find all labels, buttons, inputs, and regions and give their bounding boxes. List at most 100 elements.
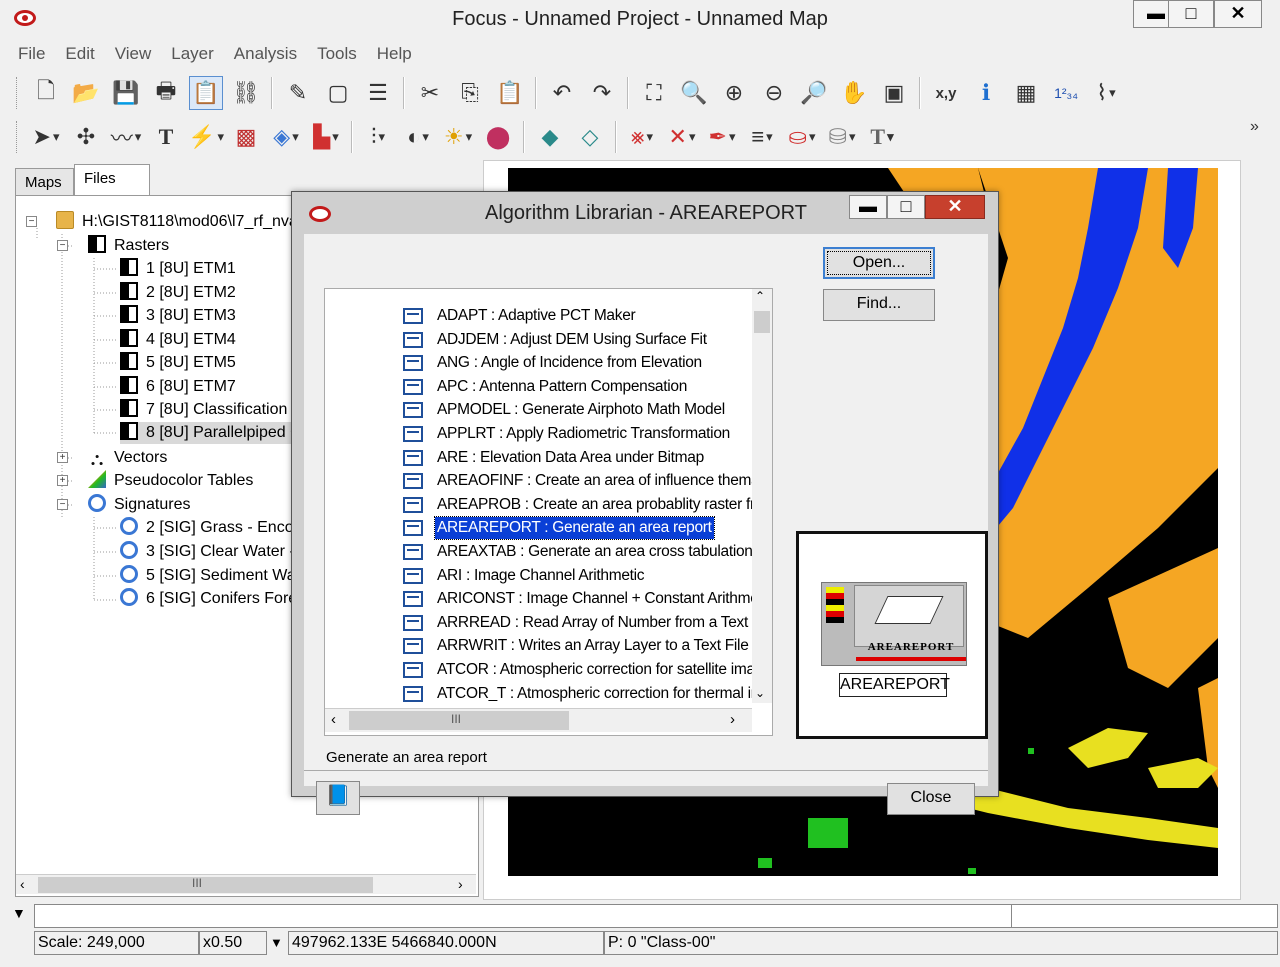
menu-help[interactable]: Help bbox=[367, 42, 422, 66]
edit-node-icon[interactable]: ✣ bbox=[69, 120, 103, 154]
menu-tools[interactable]: Tools bbox=[307, 42, 367, 66]
pan-hand-icon[interactable]: ✋ bbox=[837, 76, 871, 110]
zoom-in-icon[interactable]: ⊕ bbox=[717, 76, 751, 110]
graph-icon[interactable]: ⌇ bbox=[1089, 76, 1123, 110]
dialog-close-x-button[interactable]: ✕ bbox=[925, 195, 985, 219]
zoom-extent-icon[interactable]: ⛶ bbox=[637, 76, 671, 110]
link-icon[interactable]: ⛓ bbox=[229, 76, 263, 110]
scroll-right-arrow-icon[interactable]: › bbox=[730, 711, 735, 728]
scroll-right-arrow-icon[interactable]: › bbox=[458, 876, 463, 892]
maximize-button[interactable]: □ bbox=[1168, 0, 1214, 28]
classify-icon[interactable]: ▙ bbox=[309, 120, 343, 154]
paint-bucket-icon[interactable]: ⛀ bbox=[785, 120, 819, 154]
print-icon[interactable]: 🖶 bbox=[149, 76, 183, 110]
fill-icon[interactable]: ◈ bbox=[269, 120, 303, 154]
menu-analysis[interactable]: Analysis bbox=[224, 42, 307, 66]
scale-field[interactable]: Scale: 249,000 bbox=[34, 931, 199, 955]
tree-horizontal-scrollbar[interactable]: ‹ III › bbox=[16, 874, 476, 894]
contrast-icon[interactable]: ◐ bbox=[401, 120, 435, 154]
list-vertical-scrollbar[interactable]: ⌃ ⌄ bbox=[752, 289, 772, 703]
select-arrow-icon[interactable]: ➤ bbox=[29, 120, 63, 154]
menu-file[interactable]: File bbox=[0, 42, 55, 66]
tree-signature-item[interactable]: 2 [SIG] Grass - Encod bbox=[120, 517, 303, 539]
layer-blend-icon[interactable]: ◇ bbox=[573, 120, 607, 154]
zoom-out-icon[interactable]: ⊖ bbox=[757, 76, 791, 110]
tree-rasters[interactable]: Rasters bbox=[88, 235, 169, 257]
histogram-icon[interactable]: ⫶ bbox=[361, 120, 395, 154]
tree-signature-item[interactable]: 6 [SIG] Conifers Fores bbox=[120, 588, 305, 610]
tree-raster-item[interactable]: 2 [8U] ETM2 bbox=[120, 282, 236, 304]
zoom-field[interactable]: x0.50 bbox=[199, 931, 267, 955]
tree-raster-item[interactable]: 3 [8U] ETM3 bbox=[120, 305, 236, 327]
layers-icon[interactable]: ☰ bbox=[361, 76, 395, 110]
collapse-rasters-toggle[interactable]: − bbox=[57, 240, 68, 251]
numbers-icon[interactable]: 1²₃₄ bbox=[1049, 76, 1083, 110]
dialog-minimize-button[interactable]: ▬ bbox=[849, 195, 887, 219]
coordinates-icon[interactable]: x,y bbox=[929, 76, 963, 110]
tree-raster-item[interactable]: 1 [8U] ETM1 bbox=[120, 258, 236, 280]
dialog-maximize-button[interactable]: □ bbox=[887, 195, 925, 219]
vector-cut-icon[interactable]: ✕ bbox=[665, 120, 699, 154]
collapse-signatures-toggle[interactable]: − bbox=[57, 499, 68, 510]
tree-signatures[interactable]: Signatures bbox=[88, 494, 191, 516]
tree-root-folder[interactable]: H:\GIST8118\mod06\l7_rf_nva bbox=[56, 211, 298, 233]
scroll-left-arrow-icon[interactable]: ‹ bbox=[331, 711, 336, 728]
vector-edit-icon[interactable]: ⨳ bbox=[625, 120, 659, 154]
algorithm-list[interactable]: ADAPT : Adaptive PCT Maker ADJDEM : Adjus… bbox=[324, 288, 773, 736]
cut-icon[interactable]: ✂ bbox=[413, 76, 447, 110]
tree-pseudocolor-tables[interactable]: Pseudocolor Tables bbox=[88, 470, 253, 492]
rgb-icon[interactable]: ⬤ bbox=[481, 120, 515, 154]
brush-icon[interactable]: ⚡ bbox=[188, 120, 223, 154]
tree-raster-item-selected[interactable]: 8 [8U] Parallelpiped C bbox=[120, 422, 302, 444]
info-icon[interactable]: ℹ bbox=[969, 76, 1003, 110]
menu-layer[interactable]: Layer bbox=[161, 42, 224, 66]
toolbar-grip[interactable] bbox=[16, 121, 20, 153]
scrollbar-thumb[interactable] bbox=[754, 311, 770, 333]
tree-raster-item[interactable]: 6 [8U] ETM7 bbox=[120, 376, 236, 398]
toolbar-grip[interactable] bbox=[16, 77, 20, 109]
toolbar-overflow-chevron[interactable]: » bbox=[1250, 118, 1259, 136]
text-icon[interactable]: T bbox=[149, 120, 183, 154]
table-icon[interactable]: ▦ bbox=[1009, 76, 1043, 110]
eraser-icon[interactable]: ✎ bbox=[281, 76, 315, 110]
open-folder-icon[interactable]: 📂 bbox=[69, 76, 103, 110]
tree-raster-item[interactable]: 7 [8U] Classification bbox=[120, 399, 287, 421]
expand-vectors-toggle[interactable]: + bbox=[57, 452, 68, 463]
line-style-icon[interactable]: ≡ bbox=[745, 120, 779, 154]
tree-raster-item[interactable]: 4 [8U] ETM4 bbox=[120, 329, 236, 351]
brightness-icon[interactable]: ☀ bbox=[441, 120, 475, 154]
zoom-window-icon[interactable]: 🔍 bbox=[677, 76, 711, 110]
undo-icon[interactable]: ↶ bbox=[545, 76, 579, 110]
tree-signature-item[interactable]: 5 [SIG] Sediment Wa bbox=[120, 565, 296, 587]
copy-icon[interactable]: ⎘ bbox=[453, 76, 487, 110]
pen-icon[interactable]: ✒ bbox=[705, 120, 739, 154]
new-file-icon[interactable]: 🗋 bbox=[29, 76, 63, 110]
tab-maps[interactable]: Maps bbox=[15, 168, 74, 196]
collapse-root-toggle[interactable]: − bbox=[26, 216, 37, 227]
tree-raster-item[interactable]: 5 [8U] ETM5 bbox=[120, 352, 236, 374]
coordinate-mode-dropdown-icon[interactable]: ▼ bbox=[270, 935, 283, 950]
polyline-icon[interactable]: 〰 bbox=[109, 120, 143, 154]
scroll-up-arrow-icon[interactable]: ⌃ bbox=[755, 289, 765, 303]
frame-icon[interactable]: ▢ bbox=[321, 76, 355, 110]
overview-icon[interactable]: ▣ bbox=[877, 76, 911, 110]
list-horizontal-scrollbar[interactable]: ‹ III › bbox=[325, 708, 752, 732]
close-window-button[interactable]: ✕ bbox=[1214, 0, 1262, 28]
menu-view[interactable]: View bbox=[105, 42, 162, 66]
text-style-icon[interactable]: T bbox=[865, 120, 899, 154]
fill-color-icon[interactable]: ⛁ bbox=[825, 120, 859, 154]
redo-icon[interactable]: ↷ bbox=[585, 76, 619, 110]
properties-icon[interactable]: 📋 bbox=[189, 76, 223, 110]
open-button[interactable]: Open... bbox=[823, 247, 935, 279]
help-book-icon[interactable]: 📘 bbox=[316, 781, 360, 815]
menu-edit[interactable]: Edit bbox=[55, 42, 104, 66]
close-button[interactable]: Close bbox=[887, 783, 975, 815]
tree-signature-item[interactable]: 3 [SIG] Clear Water - bbox=[120, 541, 295, 563]
tab-files[interactable]: Files bbox=[74, 164, 150, 196]
zoom-layer-icon[interactable]: 🔎 bbox=[797, 76, 831, 110]
layer-stack-icon[interactable]: ◆ bbox=[533, 120, 567, 154]
expand-pct-toggle[interactable]: + bbox=[57, 475, 68, 486]
find-button[interactable]: Find... bbox=[823, 289, 935, 321]
scroll-down-arrow-icon[interactable]: ⌄ bbox=[755, 686, 765, 700]
scrollbar-thumb[interactable] bbox=[38, 877, 373, 893]
